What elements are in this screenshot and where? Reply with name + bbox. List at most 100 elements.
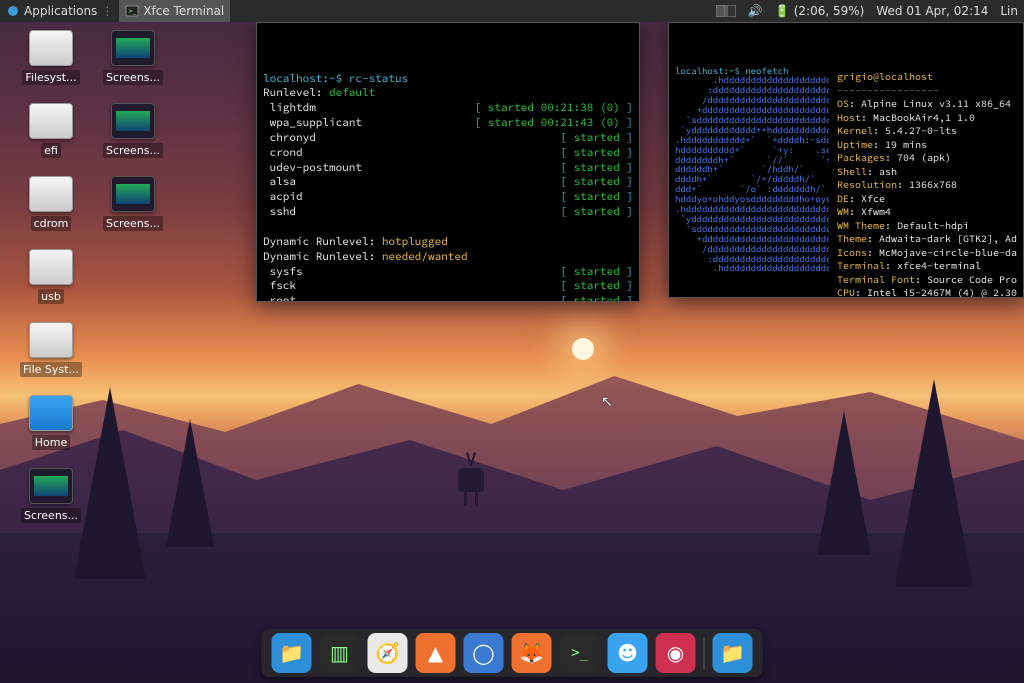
neofetch-row: CPU: Intel i5-2467M (4) @ 2.30 [837, 286, 1017, 298]
neofetch-row: Terminal Font: Source Code Pro [837, 273, 1017, 287]
neofetch-row: Theme: Adwaita-dark [GTK2], Ad [837, 232, 1017, 246]
neofetch-row: Shell: ash [837, 165, 1017, 179]
desktop-icon-cdrom[interactable]: cdrom [12, 176, 90, 231]
neofetch-row: WM Theme: Default-hdpi [837, 219, 1017, 233]
desktop-icon-label: Screens... [103, 216, 163, 231]
desktop-icon-label: File Syst... [20, 362, 82, 377]
workspace-switcher[interactable] [710, 0, 742, 22]
wallpaper-tree [166, 419, 214, 547]
disk-icon [29, 249, 73, 285]
dock-item-htop[interactable]: ▥ [320, 633, 360, 673]
desktop-icon-usb[interactable]: usb [12, 249, 90, 304]
service-row: chronyd[ started ] [263, 131, 633, 146]
desktop-icon-screens[interactable]: Screens... [94, 176, 172, 231]
top-panel: Applications ⋮ >_ Xfce Terminal 🔊 🔋 (2:0… [0, 0, 1024, 22]
neofetch-row: Packages: 704 (apk) [837, 151, 1017, 165]
disk-icon [29, 176, 73, 212]
desktop-icon-label: Screens... [103, 143, 163, 158]
service-row: root[ started ] [263, 294, 633, 302]
desktop-icon-label: efi [41, 143, 61, 158]
dock-item-downloads[interactable]: 📁 [713, 633, 753, 673]
terminal-body[interactable]: localhost:~$ rc-status Runlevel: default… [257, 53, 639, 302]
desktop-icon-efi[interactable]: efi [12, 103, 90, 158]
neofetch-row: Kernel: 5.4.27-0-lts [837, 124, 1017, 138]
downloads-icon: 📁 [720, 641, 745, 665]
mouse-cursor: ↖ [601, 394, 613, 410]
service-row: sysfs[ started ] [263, 265, 633, 280]
desktop-icon-screens[interactable]: Screens... [94, 103, 172, 158]
dock-item-vlc[interactable]: ▲ [416, 633, 456, 673]
taskbar-item-label: Xfce Terminal [143, 4, 224, 18]
service-row: wpa_supplicant[ started 00:21:43 (0) ] [263, 116, 633, 131]
neofetch-row: Terminal: xfce4-terminal [837, 259, 1017, 273]
neofetch-info: grigio@localhost ----------------- OS: A… [837, 57, 1017, 298]
wallpaper-tree [895, 379, 973, 587]
service-row: acpid[ started ] [263, 190, 633, 205]
menu-separator: ⋮ [101, 4, 113, 18]
desktop-icon-screens[interactable]: Screens... [12, 468, 90, 523]
screenshot-icon [111, 103, 155, 139]
xfce-icon [6, 4, 20, 18]
disk-icon [29, 322, 73, 358]
user-menu[interactable]: Lin [994, 0, 1024, 22]
chromium-icon: ◯ [472, 641, 494, 665]
wallpaper-deer [440, 440, 500, 510]
volume-applet[interactable]: 🔊 [742, 0, 769, 22]
desktop-icon-filesyst[interactable]: File Syst... [12, 322, 90, 377]
neofetch-row: WM: Xfwm4 [837, 205, 1017, 219]
neofetch-row: OS: Alpine Linux v3.11 x86_64 [837, 97, 1017, 111]
svg-text:>_: >_ [128, 8, 137, 15]
finder-icon: ☻ [617, 641, 638, 665]
screenshot-icon [111, 30, 155, 66]
vlc-icon: ▲ [428, 641, 443, 665]
dock-item-firefox[interactable]: 🦊 [512, 633, 552, 673]
terminal-body[interactable]: localhost:~$ neofetch .hdddddddddddddddd… [669, 53, 1023, 298]
terminal-window-neofetch[interactable]: localhost:~$ neofetch .hdddddddddddddddd… [668, 22, 1024, 298]
neofetch-row: DE: Xfce [837, 192, 1017, 206]
taskbar-item-terminal[interactable]: >_ Xfce Terminal [119, 0, 230, 22]
workspace-icon [716, 5, 736, 17]
battery-applet[interactable]: 🔋 (2:06, 59%) [769, 0, 871, 22]
desktop-icon-label: usb [38, 289, 64, 304]
service-row: alsa[ started ] [263, 175, 633, 190]
dock-item-chromium[interactable]: ◯ [464, 633, 504, 673]
neofetch-row: Icons: McMojave-circle-blue-da [837, 246, 1017, 260]
dock-item-safari[interactable]: 🧭 [368, 633, 408, 673]
applications-label: Applications [24, 4, 97, 18]
dock-item-finder[interactable]: ☻ [608, 633, 648, 673]
dock-item-files[interactable]: 📁 [272, 633, 312, 673]
clock-applet[interactable]: Wed 01 Apr, 02:14 [870, 0, 994, 22]
user-text: Lin [1000, 4, 1018, 18]
folder-icon [29, 395, 73, 431]
desktop-icon-grid: Filesyst...Screens...efiScreens...cdromS… [12, 30, 172, 523]
safari-icon: 🧭 [375, 641, 400, 665]
firefox-icon: 🦊 [519, 641, 544, 665]
dock-item-terminal[interactable]: >_ [560, 633, 600, 673]
desktop-icon-home[interactable]: Home [12, 395, 90, 450]
desktop-icon-label: Screens... [21, 508, 81, 523]
desktop-icon-label: Home [32, 435, 70, 450]
desktop-icon-filesyst[interactable]: Filesyst... [12, 30, 90, 85]
terminal-icon: >_ [125, 4, 139, 18]
service-row: udev-postmount[ started ] [263, 161, 633, 176]
battery-text: (2:06, 59%) [794, 4, 865, 18]
wallpaper-sun [572, 338, 594, 360]
wallpaper-tree [817, 411, 871, 555]
neofetch-row: Uptime: 19 mins [837, 138, 1017, 152]
desktop-icon-label: cdrom [31, 216, 72, 231]
terminal-window-rcstatus[interactable]: localhost:~$ rc-status Runlevel: default… [256, 22, 640, 302]
screenshot-icon [29, 468, 73, 504]
battery-icon: 🔋 [775, 4, 790, 18]
terminal-icon: >_ [571, 645, 588, 661]
prompt-line: localhost:~$ rc-status [263, 72, 408, 86]
desktop-icon-screens[interactable]: Screens... [94, 30, 172, 85]
screenshot-icon: ◉ [667, 641, 684, 665]
applications-menu[interactable]: Applications ⋮ [0, 0, 119, 22]
dock-item-screenshot[interactable]: ◉ [656, 633, 696, 673]
service-row: lightdm[ started 00:21:38 (0) ] [263, 101, 633, 116]
speaker-icon: 🔊 [748, 4, 763, 18]
disk-icon [29, 103, 73, 139]
clock-text: Wed 01 Apr, 02:14 [876, 4, 988, 18]
htop-icon: ▥ [330, 641, 349, 665]
neofetch-row: Resolution: 1366x768 [837, 178, 1017, 192]
